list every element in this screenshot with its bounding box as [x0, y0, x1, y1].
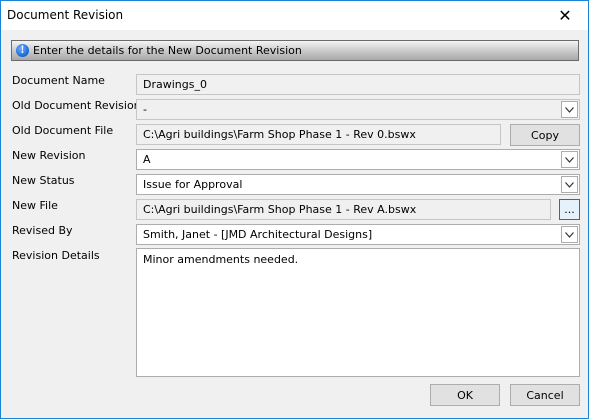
old-revision-value: -: [143, 103, 147, 116]
document-name-label: Document Name: [12, 74, 105, 87]
window-title: Document Revision: [7, 8, 124, 22]
banner-text: Enter the details for the New Document R…: [33, 44, 302, 57]
info-banner: ! Enter the details for the New Document…: [11, 40, 579, 61]
new-file-field: C:\Agri buildings\Farm Shop Phase 1 - Re…: [136, 199, 551, 220]
browse-button[interactable]: ...: [559, 199, 580, 220]
revision-details-textarea[interactable]: Minor amendments needed.: [136, 248, 580, 377]
revision-details-label: Revision Details: [12, 249, 100, 262]
old-file-label: Old Document File: [12, 124, 114, 137]
info-icon: !: [16, 44, 29, 57]
revised-by-value: Smith, Janet - [JMD Architectural Design…: [143, 228, 373, 241]
chevron-down-icon[interactable]: [561, 151, 578, 168]
ok-button[interactable]: OK: [430, 384, 500, 406]
document-name-field: Drawings_0: [136, 74, 580, 95]
new-status-value: Issue for Approval: [143, 178, 243, 191]
revised-by-select[interactable]: Smith, Janet - [JMD Architectural Design…: [136, 224, 580, 245]
new-revision-label: New Revision: [12, 149, 86, 162]
new-revision-select[interactable]: A: [136, 149, 580, 170]
old-revision-label: Old Document Revision: [12, 99, 141, 112]
new-revision-value: A: [143, 153, 151, 166]
chevron-down-icon[interactable]: [561, 226, 578, 243]
old-revision-select[interactable]: -: [136, 99, 580, 120]
new-status-label: New Status: [12, 174, 75, 187]
close-icon[interactable]: ✕: [542, 1, 588, 30]
cancel-button[interactable]: Cancel: [510, 384, 580, 406]
chevron-down-icon[interactable]: [561, 101, 578, 118]
copy-button[interactable]: Copy: [510, 124, 580, 146]
revised-by-label: Revised By: [12, 224, 73, 237]
document-revision-dialog: Document Revision ✕ ! Enter the details …: [0, 0, 589, 419]
new-file-label: New File: [12, 199, 58, 212]
title-bar: Document Revision ✕: [1, 1, 588, 30]
old-file-field: C:\Agri buildings\Farm Shop Phase 1 - Re…: [136, 124, 501, 145]
new-status-select[interactable]: Issue for Approval: [136, 174, 580, 195]
chevron-down-icon[interactable]: [561, 176, 578, 193]
